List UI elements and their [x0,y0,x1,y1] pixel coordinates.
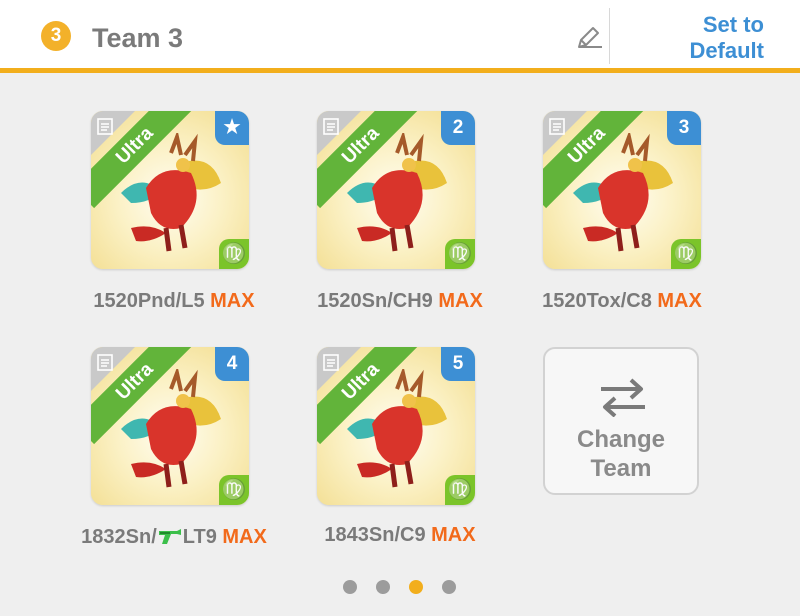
dragon-card-slot-4[interactable]: Ultra 4 ♍ [91,347,249,505]
slot-number-badge: 2 [441,111,475,145]
slot-number-badge: 3 [667,111,701,145]
team-header: 3 Team 3 Set to Default [0,0,800,68]
element-virgo-icon: ♍ [445,239,475,269]
change-team-label: Change Team [576,426,665,482]
dragon-name-label-2: 1520Sn/CH9 MAX [317,290,483,312]
team-title: Team 3 [92,23,184,53]
dragon-card-slot-2[interactable]: Ultra 2 ♍ [317,111,475,269]
header-accent-line [0,68,800,73]
slot-star-icon: ★ [215,111,249,145]
notes-icon [323,118,339,135]
dragon-name-label-1: 1520Pnd/L5 MAX [93,290,255,312]
dragon-card-slot-1[interactable]: Ultra ★ ♍ [91,111,249,269]
edit-pencil-icon[interactable] [572,22,604,54]
element-virgo-icon: ♍ [671,239,701,269]
water-gun-icon [158,529,181,544]
swap-arrows-icon [601,378,645,417]
dragon-card-slot-5[interactable]: Ultra 5 ♍ [317,347,475,505]
page-dot-1[interactable] [343,580,357,594]
page-dot-4[interactable] [442,580,456,594]
dragon-name-label-3: 1520Tox/C8 MAX [542,290,702,312]
slot-number-badge: 4 [215,347,249,381]
notes-icon [97,354,113,371]
page-dot-2[interactable] [376,580,390,594]
team-number-badge: 3 [41,21,71,51]
dragon-card-slot-3[interactable]: Ultra 3 ♍ [543,111,701,269]
notes-icon [323,354,339,371]
notes-icon [549,118,565,135]
slot-number-badge: 5 [441,347,475,381]
element-virgo-icon: ♍ [219,239,249,269]
set-to-default-button[interactable]: Set to Default [640,12,764,64]
change-team-button[interactable]: Change Team [543,347,699,495]
element-virgo-icon: ♍ [445,475,475,505]
dragon-name-label-5: 1843Sn/C9 MAX [324,524,476,546]
dragon-name-label-4: 1832Sn/ LT9 MAX [81,526,267,548]
element-virgo-icon: ♍ [219,475,249,505]
header-divider [609,8,610,64]
notes-icon [97,118,113,135]
page-dot-3-active[interactable] [409,580,423,594]
